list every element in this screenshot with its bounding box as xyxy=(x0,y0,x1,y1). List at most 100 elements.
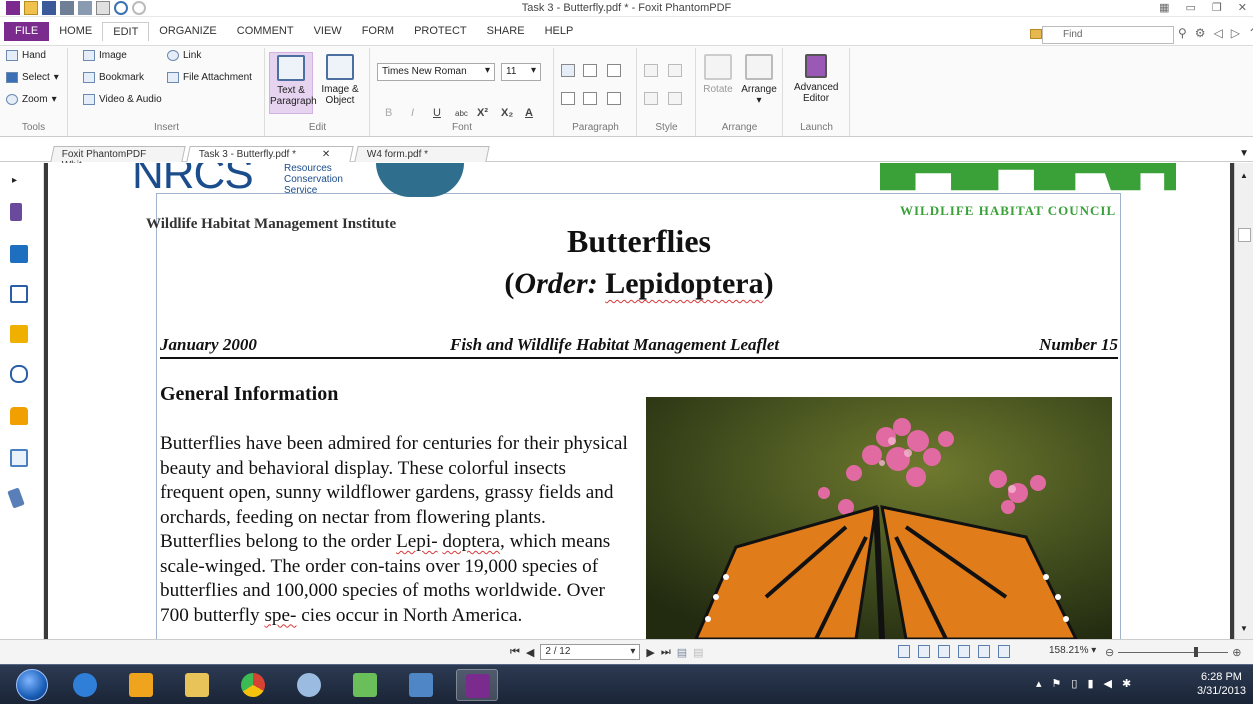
style-icon-2[interactable] xyxy=(668,64,682,77)
find-input[interactable]: Find xyxy=(1042,26,1174,44)
doc-tab-w4[interactable]: W4 form.pdf * xyxy=(354,146,490,162)
strikethrough-icon[interactable]: abc xyxy=(455,109,468,118)
continuous-facing-icon[interactable] xyxy=(958,645,970,658)
bold-icon[interactable]: B xyxy=(385,107,392,119)
minimize-icon[interactable]: ▭ xyxy=(1186,1,1196,14)
first-page-icon[interactable]: ⏮ xyxy=(510,646,520,659)
facing-page-icon[interactable] xyxy=(938,645,950,658)
vertical-scrollbar[interactable]: ▲ ▼ xyxy=(1234,163,1253,639)
style-icon-3[interactable] xyxy=(644,92,658,105)
doc-tab-butterfly[interactable]: Task 3 - Butterfly.pdf * ✕ xyxy=(186,146,354,162)
clock[interactable]: 6:28 PM 3/31/2013 xyxy=(1197,670,1246,698)
bookmarks-icon[interactable] xyxy=(10,203,22,221)
forward-icon[interactable]: ▷ xyxy=(1231,26,1240,40)
zoom-knob[interactable] xyxy=(1194,647,1199,657)
italic-icon[interactable]: I xyxy=(411,107,414,119)
hand-tool-button[interactable]: Hand xyxy=(6,50,46,61)
app-tray-icon[interactable]: ✱ xyxy=(1122,677,1131,690)
comments-icon[interactable] xyxy=(10,325,28,343)
grid-icon[interactable]: ▦ xyxy=(1159,1,1169,14)
document-view[interactable]: NRCS Resources Conservation Service Wild… xyxy=(48,163,1230,639)
image-button[interactable]: Image xyxy=(83,50,127,61)
tab-share[interactable]: SHARE xyxy=(477,22,535,41)
bookmark-button[interactable]: Bookmark xyxy=(83,72,144,83)
taskbar-paint[interactable] xyxy=(288,669,330,701)
taskbar-control-panel[interactable] xyxy=(400,669,442,701)
fit-page-icon[interactable] xyxy=(978,645,990,658)
tab-home[interactable]: HOME xyxy=(49,22,102,41)
font-color-icon[interactable]: A xyxy=(525,107,533,119)
zoom-out-icon[interactable]: ⊖ xyxy=(1105,646,1114,659)
last-page-icon[interactable]: ⏭ xyxy=(661,646,671,659)
rotate-button[interactable]: Rotate xyxy=(699,52,737,114)
next-view-icon[interactable]: ▤ xyxy=(693,646,703,659)
previous-page-icon[interactable]: ◀ xyxy=(526,646,534,659)
scroll-up-icon[interactable]: ▲ xyxy=(1240,171,1248,180)
text-spacing-icon[interactable] xyxy=(561,92,575,105)
restore-icon[interactable]: ❐ xyxy=(1212,1,1222,14)
video-audio-button[interactable]: Video & Audio xyxy=(83,94,162,105)
tab-file[interactable]: FILE xyxy=(4,22,50,41)
flag-icon[interactable]: ⚑ xyxy=(1052,677,1062,690)
style-icon-4[interactable] xyxy=(668,92,682,105)
taskbar-network[interactable] xyxy=(344,669,386,701)
signal-icon[interactable]: ▮ xyxy=(1087,677,1093,690)
align-left-icon[interactable] xyxy=(561,64,575,77)
zoom-in-icon[interactable]: ⊕ xyxy=(1232,646,1241,659)
tab-organize[interactable]: ORGANIZE xyxy=(149,22,226,41)
superscript-icon[interactable]: X² xyxy=(477,107,488,119)
align-center-icon[interactable] xyxy=(583,64,597,77)
tab-edit[interactable]: EDIT xyxy=(102,22,150,41)
collapse-ribbon-icon[interactable]: ⌃ xyxy=(1248,26,1253,40)
attachments-icon[interactable] xyxy=(10,365,28,383)
battery-icon[interactable]: ▯ xyxy=(1071,677,1077,690)
line-spacing-icon[interactable] xyxy=(583,92,597,105)
rotate-view-icon[interactable] xyxy=(998,645,1010,658)
align-right-icon[interactable] xyxy=(607,64,621,77)
pages-icon[interactable] xyxy=(10,245,28,263)
tab-protect[interactable]: PROTECT xyxy=(404,22,477,41)
doc-tab-whitepaper[interactable]: Foxit PhantomPDF Whit... xyxy=(50,146,186,171)
image-object-button[interactable]: Image & Object xyxy=(318,52,362,114)
indent-icon[interactable] xyxy=(607,92,621,105)
subscript-icon[interactable]: X₂ xyxy=(501,107,513,119)
start-button[interactable] xyxy=(16,669,48,701)
close-tab-icon[interactable]: ✕ xyxy=(322,149,330,160)
zoom-track[interactable] xyxy=(1118,647,1229,657)
advanced-editor-button[interactable]: Advanced Editor xyxy=(794,52,838,114)
show-hidden-icons[interactable]: ▴ xyxy=(1036,677,1042,690)
settings-icon[interactable]: ⚙ xyxy=(1195,26,1206,40)
volume-icon[interactable]: ◀ xyxy=(1104,677,1112,690)
search-icon[interactable]: ⚲ xyxy=(1178,26,1187,40)
single-page-icon[interactable] xyxy=(898,645,910,658)
arrange-button[interactable]: Arrange ▾ xyxy=(739,52,779,114)
tab-view[interactable]: VIEW xyxy=(304,22,352,41)
next-page-icon[interactable]: ▶ xyxy=(646,646,654,659)
tab-comment[interactable]: COMMENT xyxy=(227,22,304,41)
form-fields-icon[interactable] xyxy=(10,449,28,467)
taskbar-chrome[interactable] xyxy=(232,669,274,701)
layers-icon[interactable] xyxy=(10,285,28,303)
previous-view-icon[interactable]: ▤ xyxy=(677,646,687,659)
tab-list-dropdown-icon[interactable]: ▼ xyxy=(1239,148,1249,159)
taskbar-explorer[interactable] xyxy=(176,669,218,701)
page-number-input[interactable]: 2 / 12 ▾ xyxy=(540,644,641,660)
security-icon[interactable] xyxy=(10,407,28,425)
text-paragraph-button[interactable]: Text & Paragraph xyxy=(269,52,317,114)
link-button[interactable]: Link xyxy=(167,50,201,61)
tab-help[interactable]: HELP xyxy=(535,22,584,41)
tab-form[interactable]: FORM xyxy=(352,22,404,41)
zoom-tool-button[interactable]: Zoom ▾ xyxy=(6,94,57,105)
zoom-level[interactable]: 158.21% ▾ xyxy=(1049,645,1096,656)
font-size-select[interactable]: 11 ▾ xyxy=(501,63,541,81)
font-family-select[interactable]: Times New Roman ▾ xyxy=(377,63,495,81)
scroll-down-icon[interactable]: ▼ xyxy=(1240,624,1248,633)
taskbar-foxit[interactable] xyxy=(456,669,498,701)
zoom-slider[interactable]: ⊖ ⊕ xyxy=(1105,646,1241,659)
back-icon[interactable]: ◁ xyxy=(1214,26,1223,40)
underline-icon[interactable]: U xyxy=(433,107,441,119)
select-tool-button[interactable]: Select ▾ xyxy=(6,72,59,83)
taskbar-outlook[interactable] xyxy=(120,669,162,701)
continuous-page-icon[interactable] xyxy=(918,645,930,658)
taskbar-ie[interactable] xyxy=(64,669,106,701)
